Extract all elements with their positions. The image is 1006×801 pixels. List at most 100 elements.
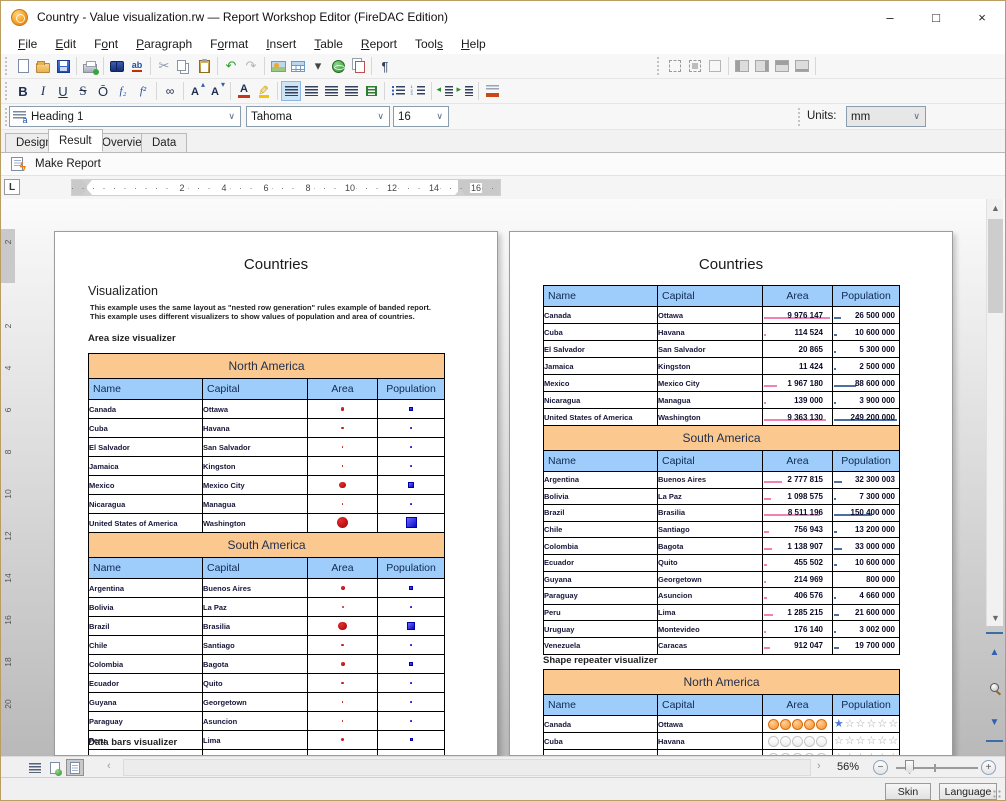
left-indent-marker[interactable] [82,189,92,195]
country-name: Mexico [544,375,658,392]
font-size-combo[interactable]: 16 ∨ [393,106,449,127]
menu-paragraph[interactable]: Paragraph [127,37,201,51]
menu-insert[interactable]: Insert [257,37,305,51]
menu-format[interactable]: Format [201,37,257,51]
insert-column-right-icon[interactable] [752,56,772,76]
subscript-icon[interactable]: f₂ [113,81,133,101]
copy-icon[interactable] [174,56,194,76]
strikethrough-icon[interactable]: S [73,81,93,101]
insert-row-above-icon[interactable] [772,56,792,76]
scroll-left-icon[interactable]: ‹ [107,760,111,772]
save-icon[interactable] [53,56,73,76]
vertical-scrollbar[interactable]: ▲ ▼ [986,199,1003,626]
horizontal-scrollbar-thumb[interactable] [123,759,811,776]
align-center-icon[interactable] [301,81,321,101]
first-line-indent-marker[interactable] [82,180,92,186]
area-cell [763,716,833,733]
undo-icon[interactable]: ↶ [221,56,241,76]
border-none-icon[interactable] [665,56,685,76]
tab-result[interactable]: Result [48,129,103,152]
italic-icon[interactable]: I [33,81,53,101]
paste-special-icon[interactable] [348,56,368,76]
font-combo[interactable]: Tahoma ∨ [246,106,390,127]
find-icon[interactable] [107,56,127,76]
column-header: Name [544,286,658,307]
menu-font[interactable]: Font [85,37,127,51]
bullet-list-icon[interactable] [388,81,408,101]
menu-help[interactable]: Help [452,37,495,51]
redo-icon[interactable]: ↷ [241,56,261,76]
superscript-icon[interactable]: f² [133,81,153,101]
maximize-button[interactable]: □ [913,1,959,33]
resize-grip[interactable] [992,789,1002,799]
formatting-marks-icon[interactable]: ¶ [375,56,395,76]
make-report-button[interactable]: Make Report [35,158,101,170]
insert-image-icon[interactable] [268,56,288,76]
underline-icon[interactable]: U [53,81,73,101]
area-dot [341,682,344,685]
page-layout-view-button[interactable] [66,759,84,776]
zoom-slider-thumb[interactable] [905,760,914,774]
font-color-icon[interactable] [234,81,254,101]
highlight-icon[interactable] [254,81,274,101]
zoom-out-button[interactable]: − [873,760,888,775]
shrink-font-icon[interactable] [207,81,227,101]
horizontal-rule-icon[interactable] [482,81,502,101]
scroll-down-icon[interactable]: ▼ [987,609,1004,626]
overline-icon[interactable]: Ō [93,81,113,101]
tab-stop-selector[interactable]: L [4,179,20,195]
new-document-icon[interactable] [13,56,33,76]
table-dropdown-icon[interactable]: ▾ [308,56,328,76]
insert-table-icon[interactable] [288,56,308,76]
scroll-right-icon[interactable]: › [817,760,821,772]
select-browse-object-icon[interactable] [990,683,999,692]
align-right-icon[interactable] [321,81,341,101]
menu-file[interactable]: File [9,37,46,51]
insert-row-below-icon[interactable] [792,56,812,76]
reading-glasses-icon[interactable]: ∞ [160,81,180,101]
open-folder-icon [36,63,50,73]
insert-column-left-icon[interactable] [732,56,752,76]
vertical-scrollbar-thumb[interactable] [988,219,1003,313]
menu-report[interactable]: Report [352,37,406,51]
tab-data[interactable]: Data [141,133,187,152]
skin-button[interactable]: Skin [885,783,931,800]
previous-page-icon[interactable]: ▲ [990,647,1000,658]
units-combo[interactable]: mm ∨ [846,106,926,127]
grow-font-icon[interactable] [187,81,207,101]
language-button[interactable]: Language [939,783,997,800]
web-view-button[interactable] [46,759,64,776]
print-icon[interactable] [80,56,100,76]
minimize-button[interactable]: – [867,1,913,33]
close-button[interactable]: × [959,1,1005,33]
border-outer-icon[interactable] [705,56,725,76]
style-combo[interactable]: Heading 1 ∨ [9,106,241,127]
overline-icon: Ō [98,84,108,99]
replace-icon[interactable]: ab [127,56,147,76]
numbered-list-icon[interactable] [408,81,428,101]
decrease-indent-icon[interactable] [435,81,455,101]
bold-icon[interactable]: B [13,81,33,101]
population-square [409,662,413,666]
zoom-in-button[interactable]: + [981,760,996,775]
area-cell: 20 865 [763,341,833,358]
line-spacing-icon[interactable] [361,81,381,101]
align-justify-icon[interactable] [341,81,361,101]
menu-tools[interactable]: Tools [406,37,452,51]
next-page-icon[interactable]: ▼ [990,717,1000,728]
paste-icon[interactable] [194,56,214,76]
increase-indent-icon[interactable] [455,81,475,101]
menu-table[interactable]: Table [305,37,352,51]
border-inner-icon[interactable] [685,56,705,76]
scroll-up-icon[interactable]: ▲ [987,199,1004,216]
horizontal-ruler[interactable]: 246810121416 [71,179,501,196]
menu-edit[interactable]: Edit [46,37,85,51]
align-left-icon[interactable] [281,81,301,101]
right-indent-marker[interactable] [455,189,465,195]
insert-hyperlink-icon[interactable] [328,56,348,76]
horizontal-scrollbar[interactable] [123,759,811,776]
open-folder-icon[interactable] [33,56,53,76]
area-dot [342,701,344,703]
draft-view-button[interactable] [26,759,44,776]
cut-icon[interactable]: ✂ [154,56,174,76]
